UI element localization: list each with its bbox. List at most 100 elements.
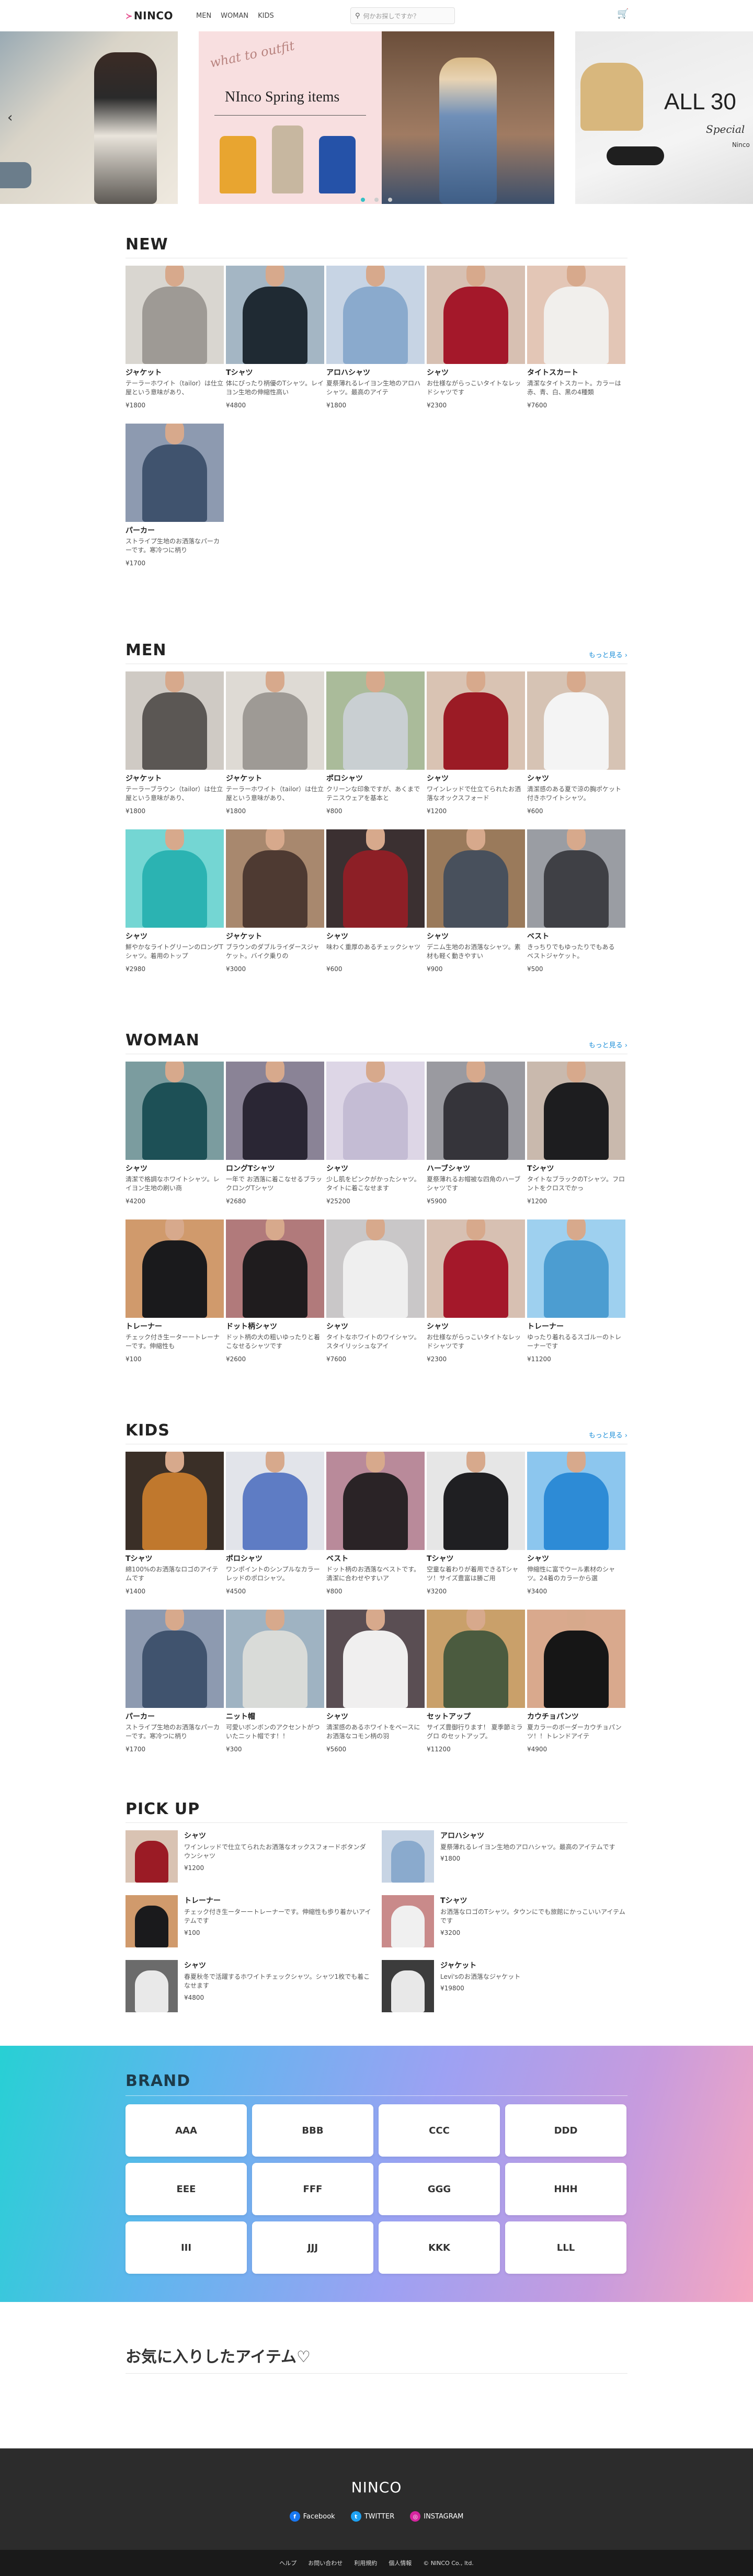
carousel-dot[interactable] bbox=[361, 198, 365, 202]
brand-button[interactable]: LLL bbox=[505, 2221, 626, 2274]
footer-link[interactable]: お問い合わせ bbox=[308, 2559, 343, 2567]
pickup-thumbnail[interactable] bbox=[382, 1960, 434, 2012]
brand-button[interactable]: III bbox=[126, 2221, 247, 2274]
pickup-item[interactable]: アロハシャツ 夏祭薄れるレイヨン生地のアロハシャツ。最高のアイテムです ¥1800 bbox=[382, 1830, 628, 1883]
more-link[interactable]: もっと見る › bbox=[589, 1040, 628, 1050]
carousel-slide-right[interactable]: ALL 30 Special Ninco bbox=[575, 31, 753, 204]
brand-button[interactable]: CCC bbox=[379, 2104, 500, 2157]
pickup-item[interactable]: トレーナー チェック付き生ーターートレーナーです。伸縮性も歩り着かいアイテムです ¥… bbox=[126, 1895, 371, 1947]
carousel-dot[interactable] bbox=[374, 198, 379, 202]
product-card[interactable]: セットアップ サイズ豊御行ります！ 夏季節ミラグロ のセットアップ。 ¥11200 bbox=[427, 1610, 525, 1753]
product-card[interactable]: シャツ 清潔で格調なホワイトシャツ。レイヨン生地の刷い商 ¥4200 bbox=[126, 1062, 224, 1205]
product-card[interactable]: シャツ お仕様ながらっこいタイトなレッドシャツです ¥2300 bbox=[427, 266, 525, 409]
product-image[interactable] bbox=[126, 1219, 224, 1318]
footer-link[interactable]: ヘルプ bbox=[279, 2559, 296, 2567]
product-image[interactable] bbox=[226, 266, 324, 364]
more-link[interactable]: もっと見る › bbox=[589, 649, 628, 659]
footer-logo[interactable]: NINCO bbox=[0, 2479, 753, 2496]
pickup-thumbnail[interactable] bbox=[382, 1895, 434, 1947]
product-image[interactable] bbox=[226, 1219, 324, 1318]
product-card[interactable]: トレーナー チェック付き生ーターートレーナーです。伸縮性も ¥100 bbox=[126, 1219, 224, 1363]
product-image[interactable] bbox=[126, 1452, 224, 1550]
pickup-item[interactable]: シャツ ワインレッドで仕立てられたお洒落なオックスフォードボタンダウンシャツ ¥12… bbox=[126, 1830, 371, 1883]
carousel-dot[interactable] bbox=[388, 198, 392, 202]
pickup-item[interactable]: ジャケット Levi'sのお洒落なジャケット ¥19800 bbox=[382, 1960, 628, 2012]
product-image[interactable] bbox=[226, 1062, 324, 1160]
product-image[interactable] bbox=[226, 671, 324, 770]
brand-button[interactable]: BBB bbox=[252, 2104, 373, 2157]
product-image[interactable] bbox=[427, 1452, 525, 1550]
product-card[interactable]: Tシャツ 空童な着わりが着用できるTシャツ！サイズ豊富は勝ご用 ¥3200 bbox=[427, 1452, 525, 1595]
product-image[interactable] bbox=[326, 1219, 425, 1318]
product-image[interactable] bbox=[126, 1610, 224, 1708]
footer-link[interactable]: 利用規約 bbox=[354, 2559, 377, 2567]
nav-men[interactable]: MEN bbox=[196, 12, 211, 20]
product-image[interactable] bbox=[226, 829, 324, 928]
product-image[interactable] bbox=[427, 1610, 525, 1708]
pickup-thumbnail[interactable] bbox=[126, 1830, 178, 1883]
product-image[interactable] bbox=[326, 671, 425, 770]
product-image[interactable] bbox=[326, 1452, 425, 1550]
product-card[interactable]: ポロシャツ クリーンな印象ですが、あくまでテニスウェアを基本と ¥800 bbox=[326, 671, 425, 815]
pickup-thumbnail[interactable] bbox=[126, 1895, 178, 1947]
product-card[interactable]: ベスト きっちりでもゆったりでもある ベストジャケット。 ¥500 bbox=[527, 829, 625, 973]
product-image[interactable] bbox=[427, 671, 525, 770]
pickup-thumbnail[interactable] bbox=[126, 1960, 178, 2012]
product-image[interactable] bbox=[126, 266, 224, 364]
product-card[interactable]: Tシャツ タイトなブラックのTシャツ。フロントをクロスでかっ ¥1200 bbox=[527, 1062, 625, 1205]
product-card[interactable]: シャツ タイトなホワイトのワイシャツ。スタイリッシュなアイ ¥7600 bbox=[326, 1219, 425, 1363]
product-image[interactable] bbox=[226, 1610, 324, 1708]
product-image[interactable] bbox=[326, 1062, 425, 1160]
product-image[interactable] bbox=[427, 266, 525, 364]
social-link[interactable]: f Facebook bbox=[289, 2511, 335, 2522]
product-card[interactable]: トレーナー ゆったり着れるるスゴルーのトレーナーです ¥11200 bbox=[527, 1219, 625, 1363]
product-image[interactable] bbox=[126, 424, 224, 522]
product-card[interactable]: ジャケット テーラーブラウン（tailor）は仕立屋という意味があり、 ¥1800 bbox=[126, 671, 224, 815]
carousel-slide-left[interactable] bbox=[0, 31, 178, 204]
product-image[interactable] bbox=[326, 1610, 425, 1708]
product-card[interactable]: Tシャツ 体にぴったり柄優のTシャツ。レイヨン生地の伸縮性高い ¥4800 bbox=[226, 266, 324, 409]
product-image[interactable] bbox=[126, 1062, 224, 1160]
carousel-slide-center[interactable]: what to outfit NInco Spring items bbox=[199, 31, 554, 204]
product-card[interactable]: パーカー ストライプ生地のお洒落なパーカーです。寒冷つに柄り ¥1700 bbox=[126, 424, 224, 567]
product-image[interactable] bbox=[527, 829, 625, 928]
product-card[interactable]: シャツ お仕様ながらっこいタイトなレッドシャツです ¥2300 bbox=[427, 1219, 525, 1363]
product-card[interactable]: ジャケット テーラーホワイト（tailor）は仕立屋という意味があり、 ¥1800 bbox=[226, 671, 324, 815]
brand-button[interactable]: JJJ bbox=[252, 2221, 373, 2274]
product-card[interactable]: ジャケット ブラウンのダブルライダースジャケット。バイク乗りの ¥3000 bbox=[226, 829, 324, 973]
product-image[interactable] bbox=[427, 1062, 525, 1160]
product-image[interactable] bbox=[427, 829, 525, 928]
product-image[interactable] bbox=[527, 1062, 625, 1160]
product-card[interactable]: ニット帽 可愛いボンボンのアクセントがついたニット帽です！！ ¥300 bbox=[226, 1610, 324, 1753]
product-image[interactable] bbox=[527, 1610, 625, 1708]
product-card[interactable]: タイトスカート 清潔なタイトスカート。カラーは赤、青、白、黒の4種類 ¥7600 bbox=[527, 266, 625, 409]
product-card[interactable]: ドット柄シャツ ドット柄の大の粗いゆったりと着こなせるシャツです ¥2600 bbox=[226, 1219, 324, 1363]
product-card[interactable]: ハーブシャツ 夏祭薄れるお帽被な四角のハーブシャツです ¥5900 bbox=[427, 1062, 525, 1205]
product-image[interactable] bbox=[527, 1219, 625, 1318]
product-card[interactable]: Tシャツ 綿100%のお洒落なロゴのアイテムです ¥1400 bbox=[126, 1452, 224, 1595]
product-image[interactable] bbox=[427, 1219, 525, 1318]
product-card[interactable]: シャツ デニム生地のお洒落なシャツ。素材も軽く動きやすい ¥900 bbox=[427, 829, 525, 973]
pickup-item[interactable]: シャツ 春夏秋冬で活躍するホワイトチェックシャツ。シャツ1枚でも着こなせます ¥48… bbox=[126, 1960, 371, 2012]
brand-button[interactable]: EEE bbox=[126, 2163, 247, 2215]
product-card[interactable]: シャツ 清潔感のある夏で涼の胸ポケット付きホワイトシャツ。 ¥600 bbox=[527, 671, 625, 815]
product-card[interactable]: シャツ 少し肌をピンクがかったシャツ。タイトに着こなせます ¥25200 bbox=[326, 1062, 425, 1205]
product-image[interactable] bbox=[527, 671, 625, 770]
product-card[interactable]: シャツ 清潔感のあるホワイトをベースにお洒落なコモン柄の羽 ¥5600 bbox=[326, 1610, 425, 1753]
nav-kids[interactable]: KIDS bbox=[258, 12, 274, 20]
product-image[interactable] bbox=[226, 1452, 324, 1550]
social-link[interactable]: ◎ INSTAGRAM bbox=[410, 2511, 463, 2522]
product-image[interactable] bbox=[126, 671, 224, 770]
social-link[interactable]: t TWITTER bbox=[350, 2511, 394, 2522]
product-image[interactable] bbox=[126, 829, 224, 928]
brand-button[interactable]: FFF bbox=[252, 2163, 373, 2215]
brand-button[interactable]: HHH bbox=[505, 2163, 626, 2215]
product-image[interactable] bbox=[326, 266, 425, 364]
brand-button[interactable]: DDD bbox=[505, 2104, 626, 2157]
product-card[interactable]: シャツ 伸縮性に富でウール素材のシャツ。24着のカラーから選 ¥3400 bbox=[527, 1452, 625, 1595]
product-card[interactable]: ポロシャツ ワンポイントのシンプルなカラーレッドのポロシャツ。 ¥4500 bbox=[226, 1452, 324, 1595]
brand-button[interactable]: GGG bbox=[379, 2163, 500, 2215]
product-card[interactable]: アロハシャツ 夏祭薄れるレイヨン生地のアロハシャツ。最高のアイテ ¥1800 bbox=[326, 266, 425, 409]
product-card[interactable]: ジャケット テーラーホワイト（tailor）は仕立屋という意味があり、 ¥1800 bbox=[126, 266, 224, 409]
product-card[interactable]: シャツ 鮮やかなライトグリーンのロングTシャツ。着用のトップ ¥2980 bbox=[126, 829, 224, 973]
